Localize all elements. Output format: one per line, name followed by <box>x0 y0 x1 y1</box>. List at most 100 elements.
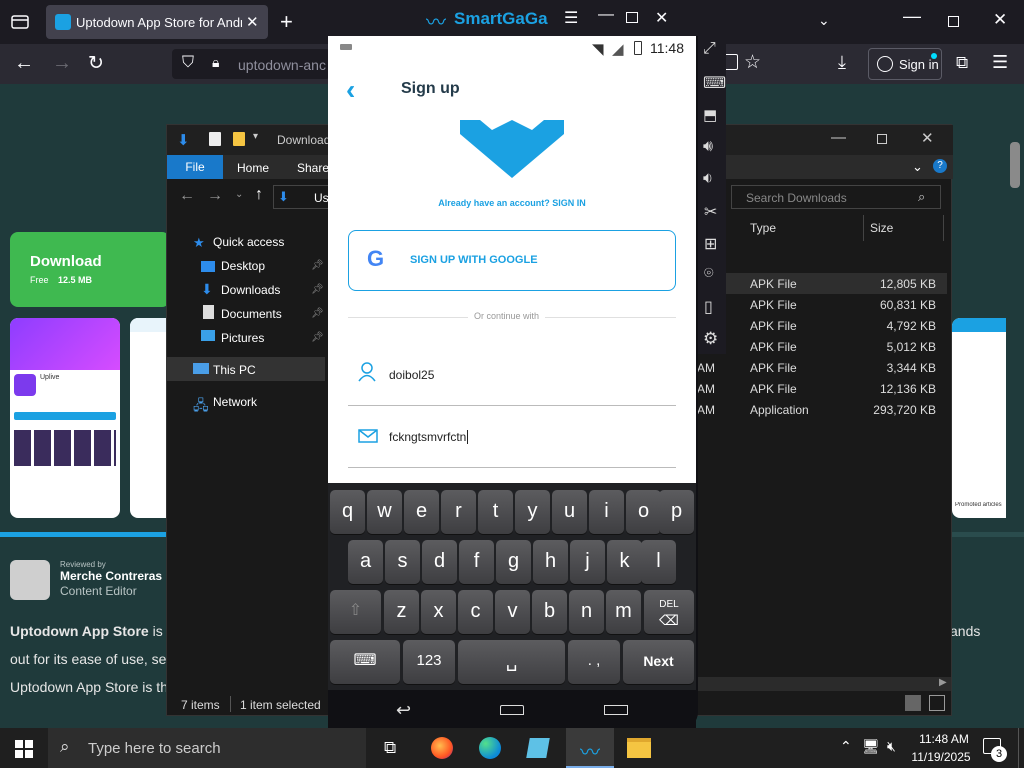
reviewer-name[interactable]: Merche Contreras <box>60 569 162 583</box>
explorer-search-box[interactable]: ‹ Search Downloads ⌕ <box>718 185 941 209</box>
key-n[interactable]: n <box>569 590 604 634</box>
pin-icon[interactable]: 📌︎ <box>311 308 324 319</box>
bookmark-star-icon[interactable]: ☆ <box>744 51 761 74</box>
emulator-close-icon[interactable]: ✕ <box>655 8 668 28</box>
network-tray-icon[interactable]: 🖥︎ <box>862 738 880 755</box>
nav-back-icon[interactable]: ↩ <box>396 700 411 721</box>
fullscreen-icon[interactable]: ⤢ <box>703 40 716 58</box>
emulator-menu-icon[interactable]: ☰ <box>564 8 578 28</box>
window-minimize-icon[interactable]: — <box>903 6 921 27</box>
taskbar-time[interactable]: 11:48 AM <box>914 732 974 746</box>
scroll-right-icon[interactable]: ▶ <box>939 677 947 688</box>
delete-key[interactable]: DEL ⌫ <box>644 590 694 634</box>
list-all-tabs-icon[interactable]: ⌄ <box>818 12 830 29</box>
multi-instance-icon[interactable]: ⊞ <box>704 234 717 254</box>
window-close-icon[interactable]: ✕ <box>993 10 1007 30</box>
username-field[interactable]: doibol25 <box>389 368 434 382</box>
volume-down-icon[interactable]: 🔉︎ <box>703 170 713 188</box>
details-view-icon[interactable] <box>905 695 921 711</box>
forward-arrow-icon[interactable]: → <box>52 52 72 75</box>
app-icon[interactable] <box>526 738 550 758</box>
key-c[interactable]: c <box>458 590 493 634</box>
reload-icon[interactable]: ↻ <box>88 52 104 75</box>
key-d[interactable]: d <box>422 540 457 584</box>
keyboard-mapping-icon[interactable]: ⌨ <box>703 73 726 93</box>
edge-icon[interactable] <box>479 737 501 759</box>
row-3-type[interactable]: APK File <box>750 319 797 333</box>
key-a[interactable]: a <box>348 540 383 584</box>
emulator-maximize-icon[interactable] <box>626 12 638 23</box>
ribbon-expand-icon[interactable]: ⌄ <box>912 159 923 175</box>
key-e[interactable]: e <box>404 490 439 534</box>
nav-item-this-pc[interactable]: This PC <box>213 363 256 377</box>
punctuation-key[interactable]: . , <box>568 640 620 684</box>
column-header-type[interactable]: Type <box>750 221 776 235</box>
volume-muted-icon[interactable]: 🔇︎ <box>887 738 896 755</box>
file-explorer-taskbar-icon[interactable] <box>627 738 651 758</box>
apk-install-icon[interactable]: ⬒ <box>703 106 717 124</box>
space-key[interactable]: ␣ <box>458 640 565 684</box>
windows-start-icon[interactable] <box>15 740 33 758</box>
next-key[interactable]: Next <box>623 640 694 684</box>
app-screenshot-3[interactable]: Promoted articles <box>952 318 1006 518</box>
lock-icon[interactable]: 🔒︎ <box>212 54 219 71</box>
row-2-type[interactable]: APK File <box>750 298 797 312</box>
show-desktop-strip[interactable] <box>1018 728 1024 768</box>
screenshot-scissors-icon[interactable]: ✂ <box>704 202 717 222</box>
app-menu-icon[interactable]: ☰ <box>992 52 1008 73</box>
explorer-minimize-icon[interactable]: — <box>831 129 846 146</box>
window-restore-icon[interactable] <box>948 16 959 27</box>
row-4-type[interactable]: APK File <box>750 340 797 354</box>
app-screenshot-2[interactable] <box>130 318 166 518</box>
nav-item-desktop[interactable]: Desktop <box>221 259 265 273</box>
row-5-type[interactable]: APK File <box>750 361 797 375</box>
row-6-type[interactable]: APK File <box>750 382 797 396</box>
page-scrollbar-thumb[interactable] <box>1010 142 1020 188</box>
browser-tab[interactable]: Uptodown App Store for Android ✕ <box>46 5 268 39</box>
nav-item-documents[interactable]: Documents <box>221 307 282 321</box>
ribbon-tab-file[interactable]: File <box>167 155 223 179</box>
horizontal-scrollbar[interactable]: ▶ <box>697 677 951 691</box>
location-icon[interactable]: ⌾ <box>704 265 714 283</box>
key-l[interactable]: l <box>641 540 676 584</box>
nav-item-quick-access[interactable]: Quick access <box>213 235 284 249</box>
key-x[interactable]: x <box>421 590 456 634</box>
back-chevron-icon[interactable]: ‹ <box>346 74 355 106</box>
explorer-back-icon[interactable]: ← <box>179 187 195 205</box>
taskbar-search-box[interactable]: ⌕ Type here to search <box>48 728 366 768</box>
help-icon[interactable]: ? <box>933 159 947 173</box>
volume-up-icon[interactable]: 🔊︎ <box>703 138 713 156</box>
pin-icon[interactable]: 📌︎ <box>311 260 324 271</box>
key-z[interactable]: z <box>384 590 419 634</box>
extensions-icon[interactable]: ⧉ <box>956 53 968 73</box>
new-folder-icon[interactable] <box>233 132 245 146</box>
key-i[interactable]: i <box>589 490 624 534</box>
properties-icon[interactable] <box>209 132 221 146</box>
nav-item-pictures[interactable]: Pictures <box>221 331 264 345</box>
quick-access-dropdown-icon[interactable]: ▾ <box>253 131 258 142</box>
sign-in-button[interactable]: Sign in <box>868 48 942 80</box>
firefox-icon[interactable] <box>431 737 453 759</box>
settings-gear-icon[interactable]: ⚙ <box>703 329 718 349</box>
close-tab-icon[interactable]: ✕ <box>246 13 259 31</box>
explorer-maximize-icon[interactable] <box>877 134 887 144</box>
taskbar-date[interactable]: 11/19/2025 <box>908 750 974 764</box>
shift-key[interactable]: ⇧ <box>330 590 381 634</box>
key-s[interactable]: s <box>385 540 420 584</box>
row-7-type[interactable]: Application <box>750 403 809 417</box>
address-bar[interactable]: ⬇ Us <box>273 185 329 209</box>
shield-icon[interactable]: ⛉ <box>182 54 194 72</box>
key-j[interactable]: j <box>570 540 605 584</box>
emulator-minimize-icon[interactable]: — <box>598 6 614 24</box>
key-p[interactable]: p <box>659 490 694 534</box>
key-q[interactable]: q <box>330 490 365 534</box>
new-tab-button[interactable]: + <box>280 9 293 35</box>
nav-home-icon[interactable] <box>500 705 524 715</box>
key-y[interactable]: y <box>515 490 550 534</box>
app-screenshot-1[interactable]: Uplive <box>10 318 120 518</box>
sign-up-google-button[interactable]: G SIGN UP WITH GOOGLE <box>348 230 676 291</box>
show-hidden-icons[interactable]: ⌃ <box>840 738 852 755</box>
download-button[interactable]: Download Free 12.5 MB <box>10 232 170 307</box>
sign-in-link[interactable]: Already have an account? SIGN IN <box>328 198 696 208</box>
key-t[interactable]: t <box>478 490 513 534</box>
